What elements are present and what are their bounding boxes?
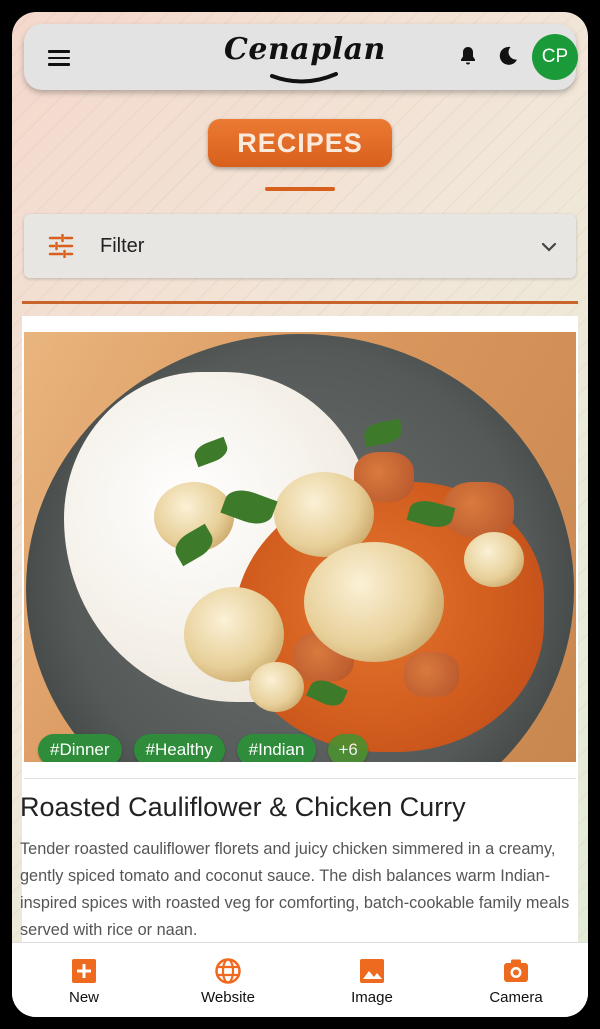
chicken-piece (404, 652, 459, 697)
nav-new[interactable]: New (12, 943, 156, 1017)
app-bar: Cenaplan CP (24, 24, 578, 90)
cauliflower-floret (464, 532, 524, 587)
nav-website[interactable]: Website (156, 943, 300, 1017)
nav-camera[interactable]: Camera (444, 943, 588, 1017)
app-screen: Cenaplan CP RECIPES Filter #Dinner #Heal… (12, 12, 588, 1017)
nav-label-camera: Camera (489, 989, 543, 1006)
recipe-image[interactable]: #Dinner #Healthy #Indian +6 (24, 332, 576, 762)
device-frame: Cenaplan CP RECIPES Filter #Dinner #Heal… (0, 0, 600, 1029)
card-divider (24, 778, 576, 779)
recipe-title[interactable]: Roasted Cauliflower & Chicken Curry (20, 792, 466, 823)
nav-label-image: Image (351, 989, 393, 1006)
title-underline (265, 187, 335, 191)
cauliflower-floret (304, 542, 444, 662)
tune-icon (48, 234, 74, 258)
bell-icon[interactable] (456, 44, 480, 68)
chevron-down-icon[interactable] (540, 238, 558, 256)
dark-mode-icon[interactable] (496, 44, 520, 68)
filter-panel[interactable]: Filter (24, 214, 576, 278)
avatar[interactable]: CP (532, 34, 578, 80)
globe-icon (215, 958, 241, 984)
tag-list: #Dinner #Healthy #Indian +6 (38, 734, 368, 762)
recipe-description: Tender roasted cauliflower florets and j… (20, 840, 570, 939)
camera-icon (504, 959, 528, 982)
recipe-card[interactable]: #Dinner #Healthy #Indian +6 Roasted Caul… (20, 316, 578, 956)
section-divider (22, 301, 578, 304)
nav-label-website: Website (201, 989, 255, 1006)
tag-indian[interactable]: #Indian (236, 734, 317, 762)
plus-box-icon (72, 959, 96, 983)
nav-image[interactable]: Image (300, 943, 444, 1017)
page-title: RECIPES (208, 119, 392, 167)
tag-dinner[interactable]: #Dinner (38, 734, 122, 762)
image-icon (360, 959, 384, 983)
more-tags-badge[interactable]: +6 (328, 734, 368, 762)
tag-healthy[interactable]: #Healthy (133, 734, 225, 762)
menu-icon[interactable] (48, 46, 70, 68)
cauliflower-floret (249, 662, 304, 712)
logo-swoosh (270, 72, 338, 84)
brand-logo[interactable]: Cenaplan (224, 30, 385, 86)
bottom-navigation: New Website Image Camera (12, 942, 588, 1017)
nav-label-new: New (68, 989, 99, 1006)
filter-label: Filter (100, 235, 145, 257)
